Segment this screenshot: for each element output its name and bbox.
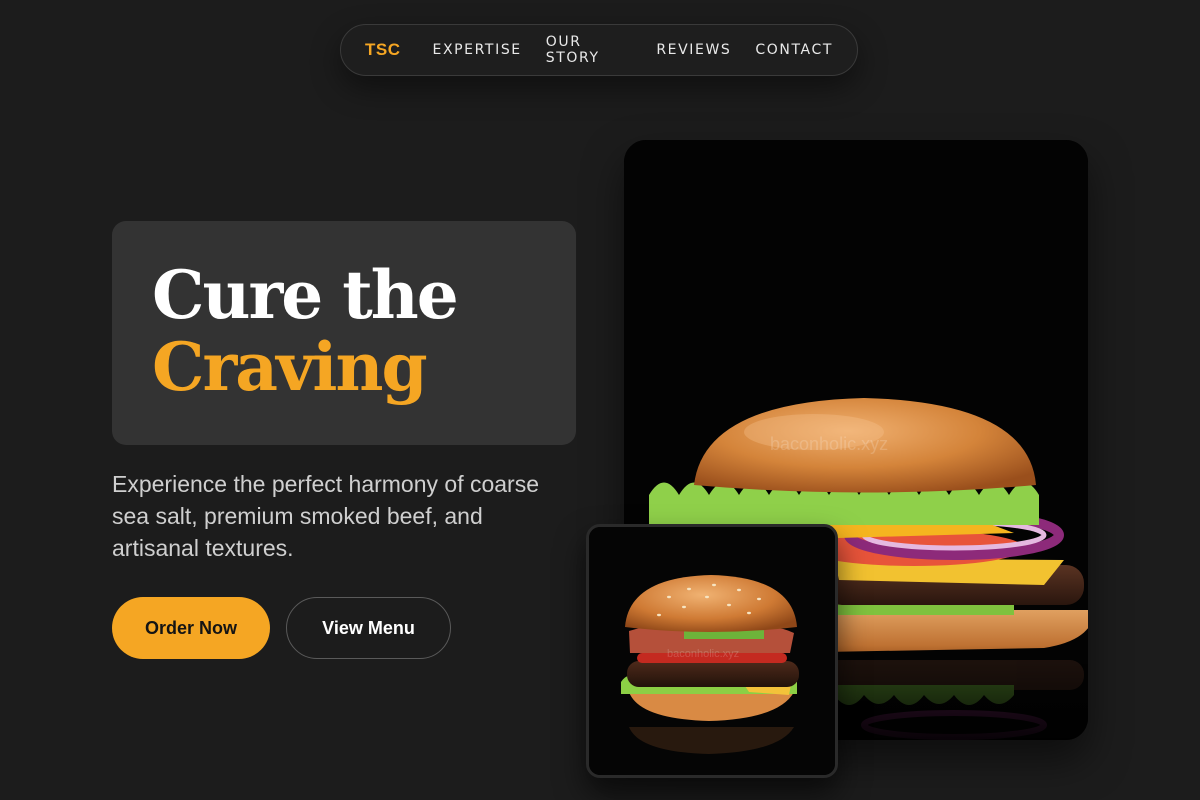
view-menu-button[interactable]: View Menu	[286, 597, 451, 659]
thumbnail-burger-image[interactable]: baconholic.xyz	[586, 524, 838, 778]
main-image-watermark: baconholic.xyz	[770, 434, 888, 454]
hero-subtitle: Experience the perfect harmony of coarse…	[112, 471, 540, 561]
hero-headline: Cure the Craving	[152, 259, 576, 403]
thumbnail-burger-illustration: baconholic.xyz	[589, 527, 835, 775]
nav-link-reviews[interactable]: REVIEWS	[656, 42, 731, 58]
headline-line-1: Cure the	[152, 256, 459, 334]
headline-card: Cure the Craving	[112, 221, 576, 445]
nav-link-expertise[interactable]: EXPERTISE	[433, 42, 522, 58]
headline-line-2: Craving	[152, 328, 428, 406]
logo[interactable]: TSC	[365, 40, 401, 60]
page: TSC EXPERTISE OUR STORY REVIEWS CONTACT …	[0, 0, 1200, 800]
thumbnail-image-watermark: baconholic.xyz	[667, 648, 739, 660]
nav-link-contact[interactable]: CONTACT	[755, 42, 833, 58]
order-now-button[interactable]: Order Now	[112, 597, 270, 659]
nav-link-our-story[interactable]: OUR STORY	[546, 34, 633, 66]
top-navigation: TSC EXPERTISE OUR STORY REVIEWS CONTACT	[340, 24, 858, 76]
